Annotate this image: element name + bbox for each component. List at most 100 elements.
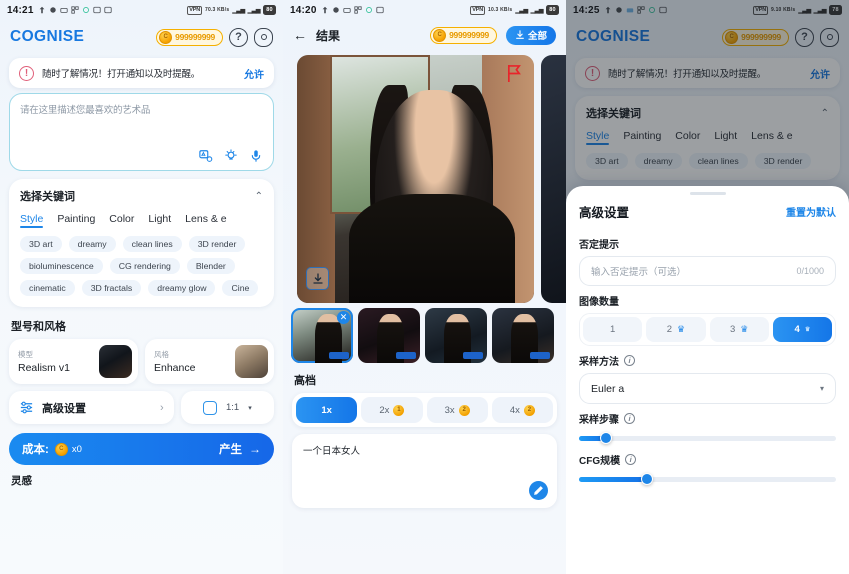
chevron-down-icon: ▾ [819,384,824,393]
chevron-right-icon: › [160,401,164,414]
chip-clean-lines[interactable]: clean lines [122,236,182,252]
status-right-icons: VPN 70.3 KB/s ▁▃▅ ▁▃▅ 80 [187,5,276,15]
image-count-option-4[interactable]: 4 ♛ [772,317,832,342]
hero-carousel [297,55,566,303]
keywords-title: 选择关键词 [20,191,75,203]
info-icon[interactable]: i [624,355,635,366]
upscale-option-3x[interactable]: 3x 2 [426,397,488,423]
chip-dreamy[interactable]: dreamy [68,236,116,252]
edit-prompt-button[interactable] [529,481,548,500]
download-all-button[interactable]: 全部 [505,25,556,45]
pencil-icon [534,486,543,495]
slider-knob[interactable] [599,432,612,444]
chip-blender[interactable]: Blender [186,258,235,274]
thumbnail-item[interactable]: ✕ [291,308,353,363]
negative-prompt-counter: 0/1000 [796,266,824,276]
back-arrow-icon[interactable]: ← [293,27,307,43]
cost-label: 成本: [22,444,49,456]
advanced-settings-label: 高级设置 [42,402,86,415]
image-count-label: 图像数量 [579,293,836,308]
coin-icon: 1 [393,404,405,416]
tab-style[interactable]: Style [20,213,44,228]
aspect-ratio-value: 1:1 [225,402,240,413]
chip-cg-rendering[interactable]: CG rendering [109,258,180,274]
image-count-option-2[interactable]: 2 ♛ [646,317,706,342]
thumbnail-item[interactable] [492,308,554,363]
info-icon[interactable]: i [625,454,637,465]
tab-color[interactable]: Color [109,213,134,228]
status-time: 14:21 [7,4,34,16]
cfg-label-text: CFG规模 [579,456,621,467]
tab-lens[interactable]: Lens & e [185,213,226,228]
idea-icon[interactable] [224,149,238,163]
aspect-ratio-selector[interactable]: 1:1 ▾ [180,391,274,424]
result-prompt-box[interactable]: 一个日本女人 [292,434,557,508]
steps-label: 采样步骤 i [579,411,836,426]
image-count-option-3[interactable]: 3 ♛ [709,317,769,342]
screenshot-icon [375,6,384,14]
credits-badge[interactable]: C 999999999 [156,28,223,46]
upscale-option-1x[interactable]: 1x [296,397,358,423]
info-icon[interactable]: i [624,413,635,424]
settings-button[interactable] [254,27,273,47]
tab-light[interactable]: Light [148,213,171,228]
negative-prompt-input[interactable]: 输入否定提示（可选） 0/1000 [579,256,836,286]
keywords-header[interactable]: 选择关键词 ⌃ [20,188,263,204]
screenshot-stage: 14:21 VPN 70.3 KB/s ▁▃▅ ▁▃▅ 80 COGNISE C… [0,0,849,574]
chevron-down-icon: ▾ [248,404,252,412]
keyword-chips: 3D art dreamy clean lines 3D render biol… [20,236,263,296]
generate-button[interactable]: 成本: C x0 产生 → [9,433,274,465]
sampler-label: 采样方法 i [579,353,836,368]
arrow-right-icon: → [249,442,261,456]
chip-row: bioluminescence CG rendering Blender [20,258,263,274]
chip-3d-art[interactable]: 3D art [20,236,62,252]
advanced-settings-sheet: 高级设置 重置为默认 否定提示 输入否定提示（可选） 0/1000 图像数量 1… [566,186,849,574]
sampler-select[interactable]: Euler a ▾ [579,373,836,404]
allow-button[interactable]: 允许 [244,66,264,81]
chip-cine[interactable]: Cine [222,280,259,296]
translate-icon[interactable] [199,149,213,163]
advanced-settings-button[interactable]: 高级设置 › [9,391,174,424]
slider-knob[interactable] [640,473,653,485]
sheet-title: 高级设置 [579,206,630,220]
notification-banner[interactable]: ! 随时了解情况！打开通知以及时提醒。 允许 [9,58,274,88]
thumbnail-item[interactable] [425,308,487,363]
upscale-option-2x[interactable]: 2x 1 [361,397,423,423]
hero-download-button[interactable] [306,267,329,290]
style-card[interactable]: 风格 Enhance [145,339,274,384]
network-speed: 70.3 KB/s [205,6,230,13]
qr-icon [353,6,362,14]
app-icon [103,6,112,14]
red-flag-icon[interactable] [506,64,523,83]
gear-icon [260,34,267,40]
hero-image[interactable] [297,55,534,303]
image-count-option-1[interactable]: 1 [583,317,643,342]
upscale-option-4x[interactable]: 4x 2 [491,397,553,423]
style-value: Enhance [154,362,196,374]
mic-icon[interactable] [249,149,263,163]
chip-bioluminescence[interactable]: bioluminescence [20,258,103,274]
reset-to-default-button[interactable]: 重置为默认 [786,204,836,219]
credits-badge[interactable]: C 999999999 [430,26,497,44]
result-prompt-text: 一个日本女人 [303,446,361,457]
panel-advanced-settings-screen: 14:25 VPN 9.10 KB/s ▁▃▅ ▁▃▅ 78 COGNISE C [566,0,849,574]
thumbnail-watermark [329,352,349,359]
thumbnail-item[interactable] [358,308,420,363]
battery-level: 80 [546,5,559,15]
steps-slider[interactable] [579,431,836,445]
close-icon[interactable]: ✕ [337,311,350,324]
model-card[interactable]: 模型 Realism v1 [9,339,138,384]
hero-next-preview[interactable] [540,55,566,303]
help-button[interactable]: ? [229,27,248,47]
chip-cinematic[interactable]: cinematic [20,280,75,296]
battery-level: 80 [263,5,276,15]
tab-painting[interactable]: Painting [57,213,95,228]
chevron-up-icon[interactable]: ⌃ [255,191,263,202]
cfg-slider[interactable] [579,472,836,486]
panel-create-screen: 14:21 VPN 70.3 KB/s ▁▃▅ ▁▃▅ 80 COGNISE C… [0,0,283,574]
chip-3d-render[interactable]: 3D render [188,236,246,252]
dot-icon [332,7,339,13]
chip-dreamy-glow[interactable]: dreamy glow [148,280,216,296]
chip-3d-fractals[interactable]: 3D fractals [81,280,142,296]
prompt-input[interactable]: 请在这里描述您最喜欢的艺术品 [9,93,274,171]
